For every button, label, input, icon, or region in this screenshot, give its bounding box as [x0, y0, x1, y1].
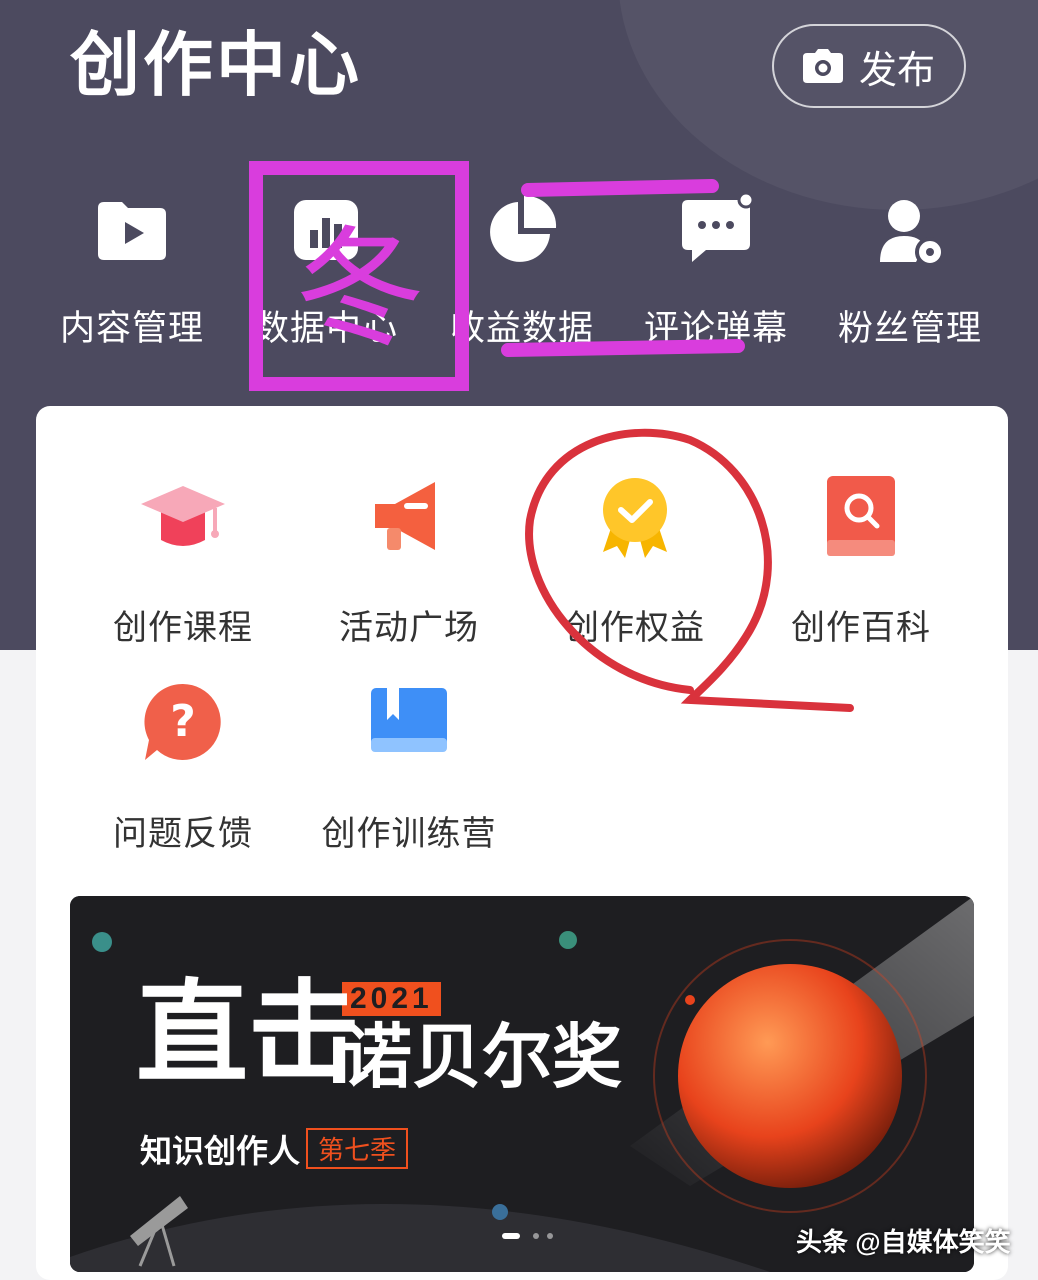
tool-label: 粉丝管理	[837, 309, 982, 348]
service-label: 创作百科	[791, 609, 931, 647]
comment-icon	[682, 191, 755, 262]
service-label: 活动广场	[339, 609, 479, 647]
fans-icon	[880, 200, 945, 267]
service-training-camp[interactable]: 创作训练营	[296, 676, 522, 855]
tool-bar: 内容管理 数据中心 收益数据 评论弹幕 粉丝管理	[0, 190, 1038, 360]
tool-label: 数据中心	[253, 309, 398, 348]
folder-play-icon	[98, 202, 166, 260]
service-label: 问题反馈	[113, 815, 253, 853]
service-label: 创作训练营	[321, 815, 497, 853]
svg-text:?: ?	[170, 696, 196, 747]
banner-season: 第七季	[306, 1128, 409, 1169]
data-center-icon	[294, 200, 358, 260]
page-title: 创作中心	[70, 26, 362, 104]
tool-label: 收益数据	[449, 309, 594, 348]
service-creation-rights[interactable]: 创作权益	[522, 470, 748, 649]
service-creation-course[interactable]: 创作课程	[70, 470, 296, 649]
tool-comments[interactable]: 评论弹幕	[616, 190, 816, 351]
tool-data-center[interactable]: 数据中心	[226, 190, 426, 351]
graduation-cap-icon	[141, 486, 225, 546]
tool-revenue-data[interactable]: 收益数据	[422, 190, 622, 351]
tool-label: 内容管理	[59, 309, 204, 348]
tool-label: 评论弹幕	[643, 309, 788, 348]
banner-subtitle: 知识创作人	[140, 1133, 301, 1169]
banner-headline-left: 直击	[136, 971, 360, 1096]
tool-content-management[interactable]: 内容管理	[32, 190, 232, 351]
encyclopedia-icon	[827, 476, 895, 556]
service-feedback[interactable]: ? 问题反馈	[70, 676, 296, 855]
watermark: 头条 @自媒体笑笑	[796, 1227, 1011, 1257]
book-icon	[371, 688, 447, 752]
publish-button[interactable]: 发布	[772, 24, 966, 108]
banner-headline-right: 诺贝尔奖	[342, 1018, 622, 1096]
service-creation-encyclopedia[interactable]: 创作百科	[748, 470, 974, 649]
promo-banner[interactable]: 2021 直击 诺贝尔奖 知识创作人 第七季	[70, 896, 974, 1272]
tool-fans-management[interactable]: 粉丝管理	[810, 190, 1010, 351]
megaphone-icon	[375, 482, 435, 550]
service-label: 创作权益	[565, 609, 705, 647]
camera-icon	[802, 49, 843, 83]
publish-label: 发布	[858, 49, 935, 92]
pie-chart-icon	[490, 195, 557, 262]
medal-icon	[603, 478, 667, 558]
service-activity-square[interactable]: 活动广场	[296, 470, 522, 649]
service-label: 创作课程	[113, 609, 253, 647]
question-icon: ?	[144, 683, 221, 760]
